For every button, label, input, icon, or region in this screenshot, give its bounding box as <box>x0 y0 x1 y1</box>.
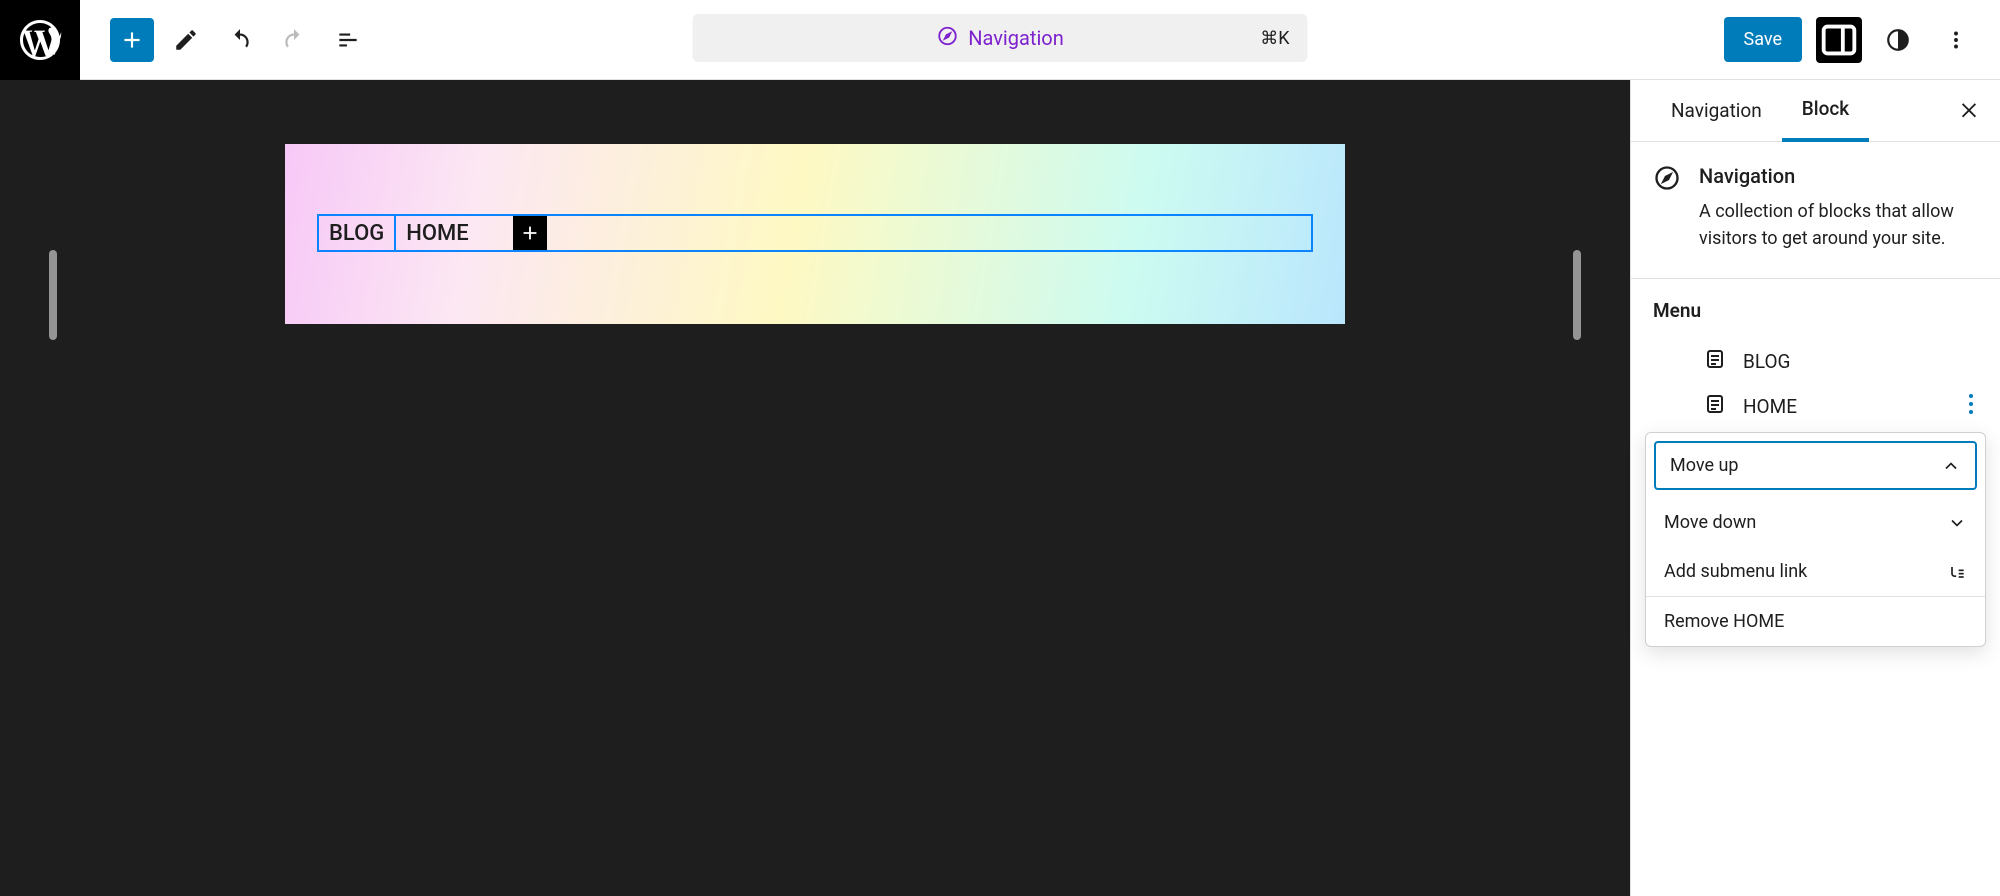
dropdown-move-up[interactable]: Move up <box>1654 441 1977 490</box>
menu-item-more-button[interactable] <box>1968 393 1978 420</box>
menu-panel: Menu BLOG HOME <box>1631 279 2000 440</box>
add-block-button[interactable] <box>110 18 154 62</box>
chevron-down-icon <box>1947 513 1967 533</box>
plus-icon <box>519 222 541 244</box>
tab-block[interactable]: Block <box>1782 79 1869 142</box>
nav-add-item-button[interactable] <box>513 216 547 250</box>
pencil-icon <box>173 27 199 53</box>
close-icon <box>1958 98 1980 120</box>
plus-icon <box>119 27 145 53</box>
redo-icon <box>281 27 307 53</box>
menu-item-dropdown: Move up Move down Add submenu link Remov… <box>1645 432 1986 647</box>
dropdown-label: Move up <box>1670 455 1739 476</box>
editor-canvas[interactable]: BLOG HOME <box>0 80 1630 896</box>
dropdown-move-down[interactable]: Move down <box>1646 498 1985 547</box>
dropdown-remove[interactable]: Remove HOME <box>1646 597 1985 646</box>
compass-icon <box>936 25 958 52</box>
save-button[interactable]: Save <box>1724 17 1803 62</box>
compass-icon <box>1653 164 1681 252</box>
more-vertical-icon <box>1943 27 1969 53</box>
resize-handle-right[interactable] <box>1573 250 1581 340</box>
block-info-panel: Navigation A collection of blocks that a… <box>1631 142 2000 279</box>
toolbar-left-group <box>80 18 370 62</box>
menu-item-home[interactable]: HOME <box>1653 383 1978 430</box>
top-toolbar: Navigation ⌘K Save <box>0 0 2000 80</box>
list-icon <box>335 27 361 53</box>
wordpress-logo[interactable] <box>0 0 80 80</box>
menu-item-blog[interactable]: BLOG <box>1653 340 1978 383</box>
edit-tool-button[interactable] <box>164 18 208 62</box>
more-vertical-icon <box>1968 393 1974 415</box>
dropdown-add-submenu[interactable]: Add submenu link <box>1646 547 1985 596</box>
menu-panel-title: Menu <box>1653 299 1978 322</box>
close-sidebar-button[interactable] <box>1958 98 1980 124</box>
styles-button[interactable] <box>1876 18 1920 62</box>
command-bar[interactable]: Navigation ⌘K <box>693 14 1308 62</box>
toggle-sidebar-button[interactable] <box>1816 17 1862 63</box>
document-overview-button[interactable] <box>326 18 370 62</box>
redo-button[interactable] <box>272 18 316 62</box>
resize-handle-left[interactable] <box>49 250 57 340</box>
command-bar-label: Navigation <box>968 26 1064 50</box>
toolbar-right-group: Save <box>1724 17 2000 63</box>
block-info-description: A collection of blocks that allow visito… <box>1699 198 1978 252</box>
block-info-title: Navigation <box>1699 164 1978 188</box>
dropdown-label: Remove HOME <box>1664 611 1784 632</box>
sidebar-icon <box>1816 17 1862 63</box>
page-icon <box>1703 347 1727 376</box>
contrast-icon <box>1885 27 1911 53</box>
settings-sidebar: Navigation Block Navigation A collection… <box>1630 80 2000 896</box>
wordpress-icon <box>16 16 64 64</box>
chevron-up-icon <box>1941 456 1961 476</box>
submenu-icon <box>1947 562 1967 582</box>
nav-item-blog[interactable]: BLOG <box>319 216 396 250</box>
nav-empty-area[interactable] <box>547 216 1311 250</box>
main-row: BLOG HOME Navigation Block Navigation <box>0 80 2000 896</box>
undo-button[interactable] <box>218 18 262 62</box>
sidebar-tabs: Navigation Block <box>1631 80 2000 142</box>
nav-item-home[interactable]: HOME <box>396 216 478 250</box>
dropdown-label: Move down <box>1664 512 1756 533</box>
tab-navigation[interactable]: Navigation <box>1651 81 1782 140</box>
dropdown-label: Add submenu link <box>1664 561 1807 582</box>
navigation-block-wrapper[interactable]: BLOG HOME <box>285 144 1345 324</box>
options-button[interactable] <box>1934 18 1978 62</box>
command-bar-shortcut: ⌘K <box>1260 28 1289 49</box>
page-icon <box>1703 392 1727 421</box>
navigation-block[interactable]: BLOG HOME <box>317 214 1313 252</box>
undo-icon <box>227 27 253 53</box>
